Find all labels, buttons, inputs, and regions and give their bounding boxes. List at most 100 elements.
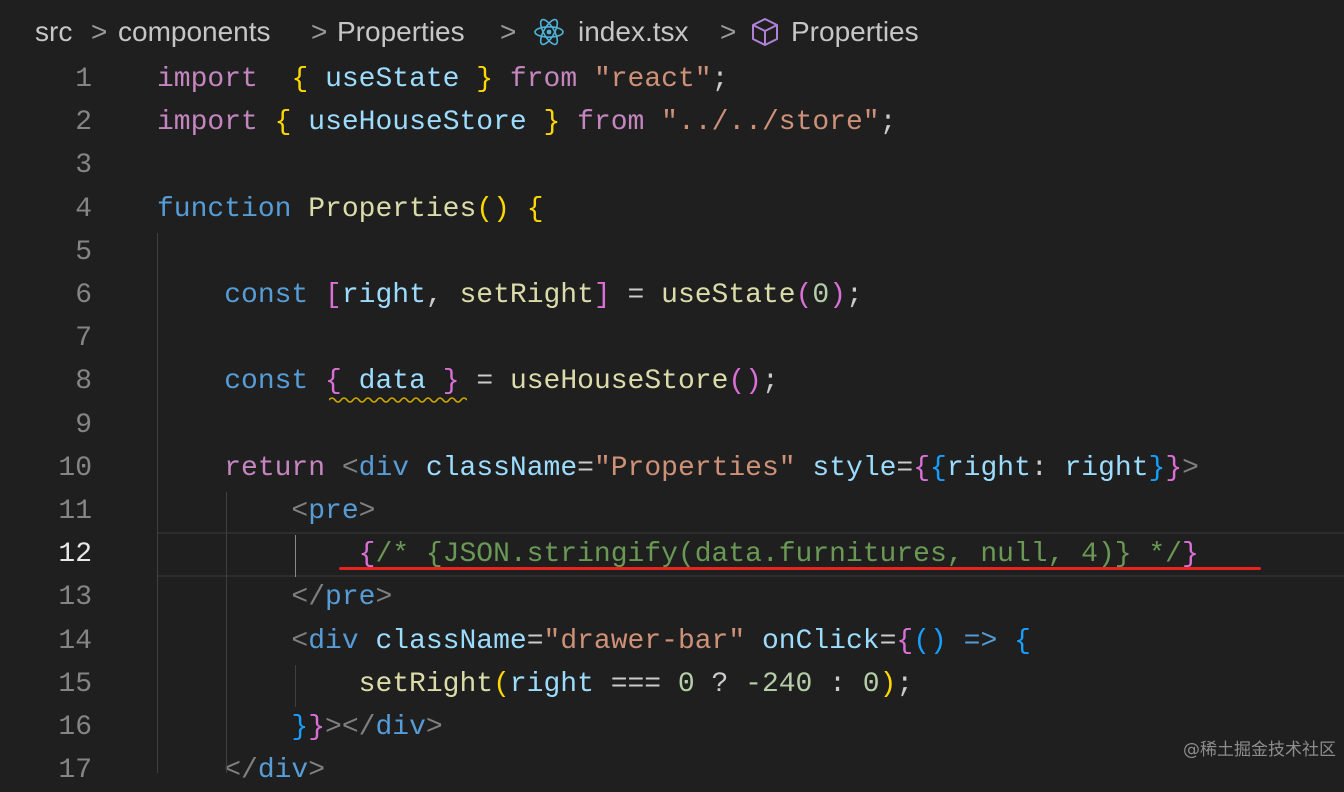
code-token: useHouseStore (308, 107, 527, 139)
code-line[interactable]: import { useState } from "react"; (157, 58, 728, 101)
indent-guide (295, 665, 296, 707)
code-token: ; (846, 280, 863, 311)
code-token: pre (308, 496, 359, 527)
code-token: } (543, 107, 561, 139)
code-token: useHouseStore (509, 366, 729, 398)
code-token: } (1165, 452, 1183, 484)
code-token: 0 (862, 668, 880, 700)
code-token: right (509, 668, 594, 700)
breadcrumb-chevron: > (500, 16, 517, 47)
code-token: setRight (358, 668, 494, 700)
line-number: 4 (75, 193, 92, 225)
code-token: "drawer-bar" (543, 625, 746, 657)
code-token: } (1181, 539, 1199, 571)
breadcrumb-chevron: > (91, 16, 108, 47)
code-token: ( (493, 668, 510, 700)
code-token: Properties (308, 193, 477, 225)
code-token: className (375, 625, 527, 657)
code-token: > (308, 755, 326, 787)
code-token: () (913, 625, 947, 657)
code-token: > (375, 582, 393, 614)
code-token: { (291, 64, 309, 95)
code-token: style (812, 452, 897, 484)
code-token: "../../store" (661, 107, 880, 139)
code-token: = (896, 452, 914, 484)
code-token: className (425, 452, 578, 484)
line-number: 2 (75, 107, 92, 139)
breadcrumb-item-components[interactable]: components (118, 15, 271, 49)
line-number: 5 (75, 236, 92, 268)
code-token: const (224, 280, 309, 311)
code-token: const (224, 366, 309, 398)
code-token: /* {JSON.stringify(data.furnitures, null… (375, 539, 1182, 571)
code-line[interactable]: setRight(right === 0 ? -240 : 0); (157, 663, 914, 706)
code-token: [ (325, 280, 342, 311)
code-token: ; (896, 668, 914, 700)
code-token: { (325, 366, 342, 398)
react-icon (534, 18, 564, 46)
code-token: ; (711, 64, 729, 95)
code-token: = (610, 280, 662, 311)
code-editor[interactable]: 1 2 3 4 5 6 7 8 9 10 11 12 13 14 15 16 17 import { useSt… (0, 58, 1344, 786)
code-line[interactable]: }}></div> (157, 706, 442, 749)
code-token: < (341, 452, 359, 484)
code-token: < (291, 496, 309, 527)
code-token: > (1182, 452, 1199, 484)
code-token: > (358, 496, 376, 527)
code-token: } (476, 64, 494, 95)
indent-guide (226, 492, 227, 773)
code-token: from (509, 64, 578, 95)
breadcrumb-item-symbol[interactable]: Properties (791, 15, 919, 49)
code-line[interactable]: const [right, setRight] = useState(0); (157, 274, 863, 317)
breadcrumb-chevron: > (311, 16, 328, 47)
red-annotation-underline (339, 567, 1261, 570)
line-number: 10 (58, 452, 92, 484)
breadcrumb-item-file[interactable]: index.tsx (578, 15, 689, 49)
code-token: </ (291, 582, 326, 614)
line-number: 6 (75, 280, 92, 311)
code-token: ; (879, 107, 897, 139)
code-line[interactable]: const { data } = useHouseStore(); (157, 360, 779, 403)
indent-guide-active (295, 535, 296, 577)
code-token: ? (694, 668, 746, 700)
code-token: 0 (677, 668, 695, 700)
code-token: "Properties" (593, 452, 796, 484)
line-number: 9 (75, 409, 92, 441)
code-token: : (812, 668, 863, 700)
code-token: useState (325, 64, 460, 95)
warning-squiggle (329, 397, 467, 403)
code-line[interactable]: function Properties() { (157, 188, 544, 231)
code-token: = (879, 625, 897, 657)
code-line[interactable]: return <div className="Properties" style… (157, 447, 1199, 490)
code-line[interactable]: import { useHouseStore } from "../../sto… (157, 101, 896, 144)
code-token: setRight (459, 280, 594, 311)
code-line[interactable]: </div> (157, 749, 325, 792)
code-line[interactable]: <div className="drawer-bar" onClick={() … (157, 620, 1030, 663)
code-token: { (896, 625, 914, 657)
watermark: @稀土掘金技术社区 (1183, 740, 1336, 760)
code-line[interactable]: <pre> (157, 490, 375, 533)
breadcrumb-item-src[interactable]: src (35, 15, 72, 49)
code-token: ( (795, 280, 813, 311)
code-token: div (358, 452, 410, 484)
code-line[interactable]: </pre> (157, 576, 392, 619)
code-token: right (1064, 452, 1149, 484)
breadcrumb-item-properties-folder[interactable]: Properties (337, 15, 465, 49)
indent-guide (157, 233, 158, 773)
